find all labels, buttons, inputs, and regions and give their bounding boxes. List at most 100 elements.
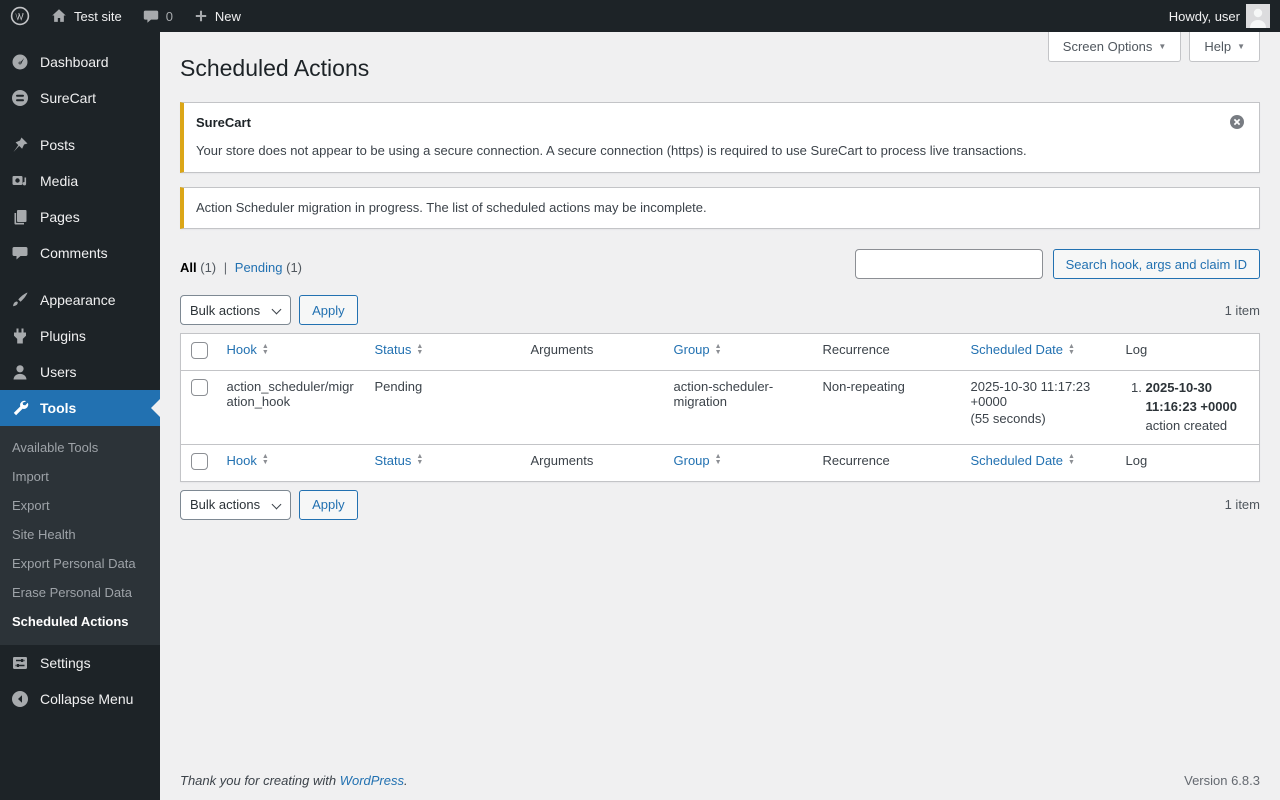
filter-separator: |: [223, 260, 228, 276]
sidebar-item-label: Media: [40, 173, 79, 189]
home-icon: [50, 7, 68, 25]
bulk-actions-selected-value: Bulk actions: [190, 302, 261, 318]
sort-arrows-icon: ▲ ▼: [261, 342, 269, 356]
dashboard-icon: [10, 52, 30, 72]
apply-button[interactable]: Apply: [299, 489, 358, 520]
sidebar-item-appearance[interactable]: Appearance: [0, 282, 160, 318]
admin-bar-left: Test site 0 New: [0, 0, 251, 32]
site-menu[interactable]: Test site: [40, 0, 132, 32]
scheduled-date-delta: (55 seconds): [970, 411, 1046, 427]
sidebar-item-surecart[interactable]: SureCart: [0, 80, 160, 116]
select-all-checkbox[interactable]: [191, 342, 208, 360]
notice-surecart: SureCart Your store does not appear to b…: [180, 101, 1260, 173]
cell-recurrence: Non-repeating: [822, 379, 905, 395]
sidebar-item-label: Pages: [40, 209, 80, 225]
column-header-group[interactable]: Group ▲ ▼: [674, 453, 722, 468]
submenu-item-import[interactable]: Import: [0, 462, 160, 491]
column-header-hook[interactable]: Hook ▲ ▼: [227, 342, 269, 357]
submenu-item-site-health[interactable]: Site Health: [0, 520, 160, 549]
users-icon: [10, 362, 30, 382]
wordpress-link[interactable]: WordPress: [340, 773, 404, 788]
column-header-group[interactable]: Group ▲ ▼: [674, 342, 722, 357]
help-label: Help: [1204, 39, 1232, 54]
notice-message: Your store does not appear to be using a…: [196, 142, 1027, 158]
sidebar-item-pages[interactable]: Pages: [0, 199, 160, 235]
submenu-item-export[interactable]: Export: [0, 491, 160, 520]
sidebar-item-media[interactable]: Media: [0, 163, 160, 199]
close-icon: [1229, 114, 1245, 133]
cell-status: Pending: [374, 379, 423, 395]
column-header-status[interactable]: Status ▲ ▼: [375, 453, 424, 468]
filter-pending-link[interactable]: Pending: [235, 260, 283, 275]
row-checkbox[interactable]: [191, 379, 208, 397]
help-button[interactable]: Help ▼: [1189, 32, 1260, 62]
bulk-actions-group: Bulk actions Apply: [180, 295, 358, 326]
table-footer-row: Hook ▲ ▼ Status ▲ ▼ Arguments Group ▲ ▼ Recurr…: [180, 444, 1260, 481]
screen-options-button[interactable]: Screen Options ▼: [1047, 32, 1182, 62]
submenu-item-export-personal-data[interactable]: Export Personal Data: [0, 549, 160, 578]
sidebar-item-label: Tools: [40, 400, 77, 416]
sidebar-item-label: Users: [40, 364, 77, 380]
sidebar-item-tools[interactable]: Tools: [0, 390, 160, 426]
current-menu-arrow: [151, 399, 160, 417]
bulk-actions-select[interactable]: Bulk actions: [180, 489, 292, 520]
column-header-status[interactable]: Status ▲ ▼: [375, 342, 424, 357]
select-all-checkbox[interactable]: [191, 452, 208, 470]
cell-hook: action_scheduler/migration_hook: [226, 379, 354, 410]
comments-shortcut[interactable]: 0: [132, 0, 183, 32]
pin-icon: [10, 135, 30, 155]
collapse-arrow-icon: [10, 689, 30, 709]
submenu-item-erase-personal-data[interactable]: Erase Personal Data: [0, 578, 160, 607]
bulk-actions-select[interactable]: Bulk actions: [180, 295, 292, 326]
item-count: 1 item: [1224, 302, 1260, 318]
search-input[interactable]: [854, 249, 1043, 280]
column-header-scheduled-date[interactable]: Scheduled Date ▲ ▼: [971, 453, 1075, 468]
media-icon: [10, 171, 30, 191]
sidebar-item-label: Collapse Menu: [40, 691, 134, 707]
sidebar-item-settings[interactable]: Settings: [0, 645, 160, 681]
screen-meta-links: Screen Options ▼ Help ▼: [1047, 32, 1260, 62]
sort-arrows-icon: ▲ ▼: [261, 453, 269, 467]
chevron-down-icon: ▼: [1158, 42, 1167, 51]
pages-icon: [10, 207, 30, 227]
sidebar-item-posts[interactable]: Posts: [0, 127, 160, 163]
tablenav-top: Bulk actions Apply 1 item: [180, 295, 1260, 326]
new-content-menu[interactable]: New: [183, 0, 251, 32]
main-content: Screen Options ▼ Help ▼ Scheduled Action…: [160, 32, 1280, 800]
scheduled-actions-table: Hook ▲ ▼ Status ▲ ▼ Arguments Group ▲ ▼ Recurr…: [180, 333, 1260, 482]
chevron-down-icon: [271, 499, 282, 510]
sidebar-item-collapse-menu[interactable]: Collapse Menu: [0, 681, 160, 717]
filter-pending-count: (1): [286, 260, 303, 276]
sidebar-item-label: Settings: [40, 655, 91, 671]
tools-icon: [10, 398, 30, 418]
sidebar-item-users[interactable]: Users: [0, 354, 160, 390]
sidebar-item-label: Dashboard: [40, 54, 109, 70]
account-menu[interactable]: Howdy, user: [1159, 0, 1280, 32]
sort-arrows-icon: ▲ ▼: [1068, 342, 1075, 356]
footer-version: Version 6.8.3: [1184, 773, 1260, 788]
site-name: Test site: [74, 8, 122, 24]
column-header-log: Log: [1125, 452, 1148, 468]
submenu-item-scheduled-actions[interactable]: Scheduled Actions: [0, 607, 160, 636]
tools-submenu: Available Tools Import Export Site Healt…: [0, 426, 160, 645]
search-submit-button[interactable]: Search hook, args and claim ID: [1052, 249, 1260, 280]
surecart-icon: [10, 88, 30, 108]
sidebar-item-plugins[interactable]: Plugins: [0, 318, 160, 354]
notice-message: Action Scheduler migration in progress. …: [196, 199, 707, 215]
wordpress-logo-menu[interactable]: [0, 0, 40, 32]
apply-button[interactable]: Apply: [299, 295, 358, 326]
submenu-item-available-tools[interactable]: Available Tools: [0, 433, 160, 462]
sidebar-item-dashboard[interactable]: Dashboard: [0, 44, 160, 80]
sidebar-item-comments[interactable]: Comments: [0, 235, 160, 271]
dismiss-notice-button[interactable]: [1229, 114, 1245, 130]
table-header-row: Hook ▲ ▼ Status ▲ ▼ Arguments Group ▲ ▼ Recurr…: [180, 334, 1260, 371]
tablenav-bottom: Bulk actions Apply 1 item: [180, 489, 1260, 520]
menu-separator: [0, 116, 160, 127]
sort-arrows-icon: ▲ ▼: [416, 342, 424, 356]
chevron-down-icon: ▼: [1237, 42, 1245, 51]
filter-all-link[interactable]: All: [180, 260, 197, 275]
column-header-hook[interactable]: Hook ▲ ▼: [227, 453, 269, 468]
new-label: New: [214, 8, 241, 24]
column-header-scheduled-date[interactable]: Scheduled Date ▲ ▼: [971, 342, 1075, 357]
bulk-actions-selected-value: Bulk actions: [190, 497, 261, 513]
